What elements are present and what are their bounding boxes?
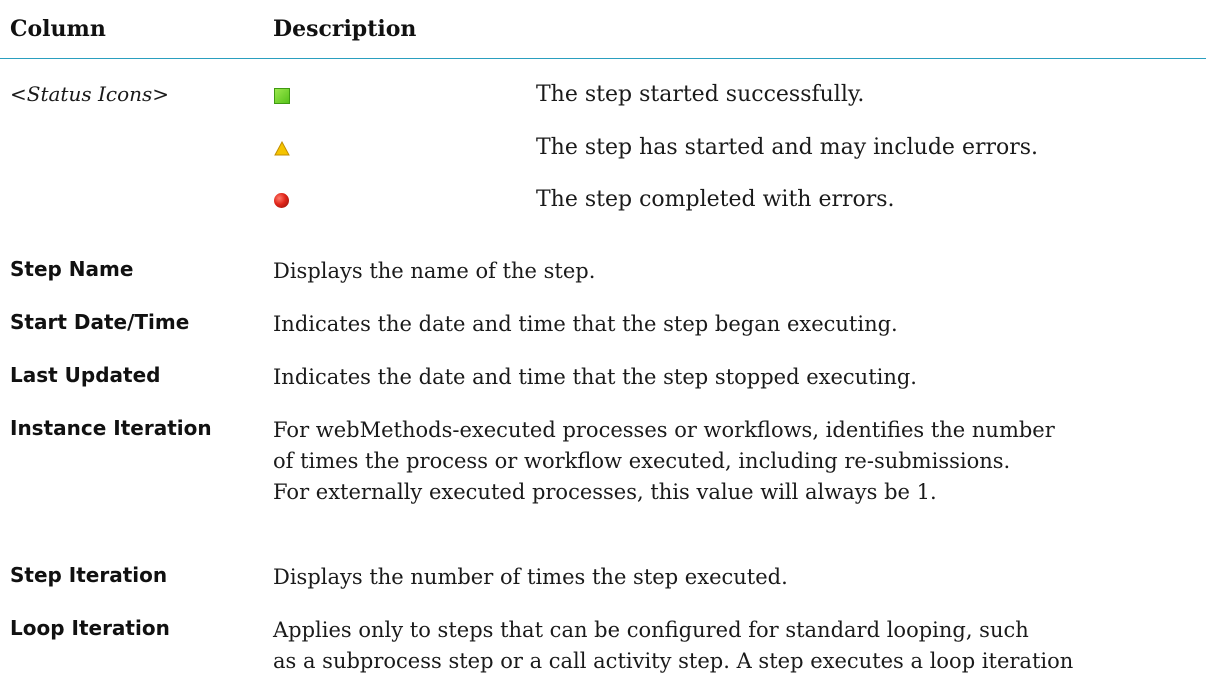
- term-last-updated: Last Updated: [10, 363, 161, 387]
- row-description: For webMethods-executed processes or wor…: [273, 418, 1055, 504]
- row-description: Displays the number of times the step ex…: [273, 565, 788, 589]
- term-loop-iteration: Loop Iteration: [10, 616, 170, 640]
- row-description: Displays the name of the step.: [273, 259, 596, 283]
- status-item: The step started successfully.: [0, 82, 1206, 112]
- term-step-name: Step Name: [10, 257, 134, 281]
- row-description: Indicates the date and time that the ste…: [273, 365, 917, 389]
- status-item-text: The step completed with errors.: [536, 187, 895, 212]
- status-item-text: The step started successfully.: [536, 82, 865, 107]
- yellow-triangle-icon: [274, 140, 290, 157]
- status-item: The step completed with errors.: [0, 187, 1206, 217]
- status-item: The step has started and may include err…: [0, 135, 1206, 165]
- row-description: Indicates the date and time that the ste…: [273, 312, 898, 336]
- term-step-iteration: Step Iteration: [10, 563, 168, 587]
- document-table: Column Description <Status Icons> The st…: [0, 0, 1206, 673]
- row-description: Applies only to steps that can be config…: [273, 618, 1074, 673]
- status-item-text: The step has started and may include err…: [536, 135, 1039, 160]
- red-ball-icon: [274, 193, 290, 209]
- green-square-icon: [274, 88, 290, 104]
- column-header: Column: [10, 16, 106, 42]
- description-header: Description: [273, 16, 417, 42]
- status-icons-row: <Status Icons> The step started successf…: [0, 59, 1206, 222]
- term-start-date-time: Start Date/Time: [10, 310, 190, 334]
- term-instance-iteration: Instance Iteration: [10, 416, 212, 440]
- table-header: Column Description: [0, 0, 1206, 59]
